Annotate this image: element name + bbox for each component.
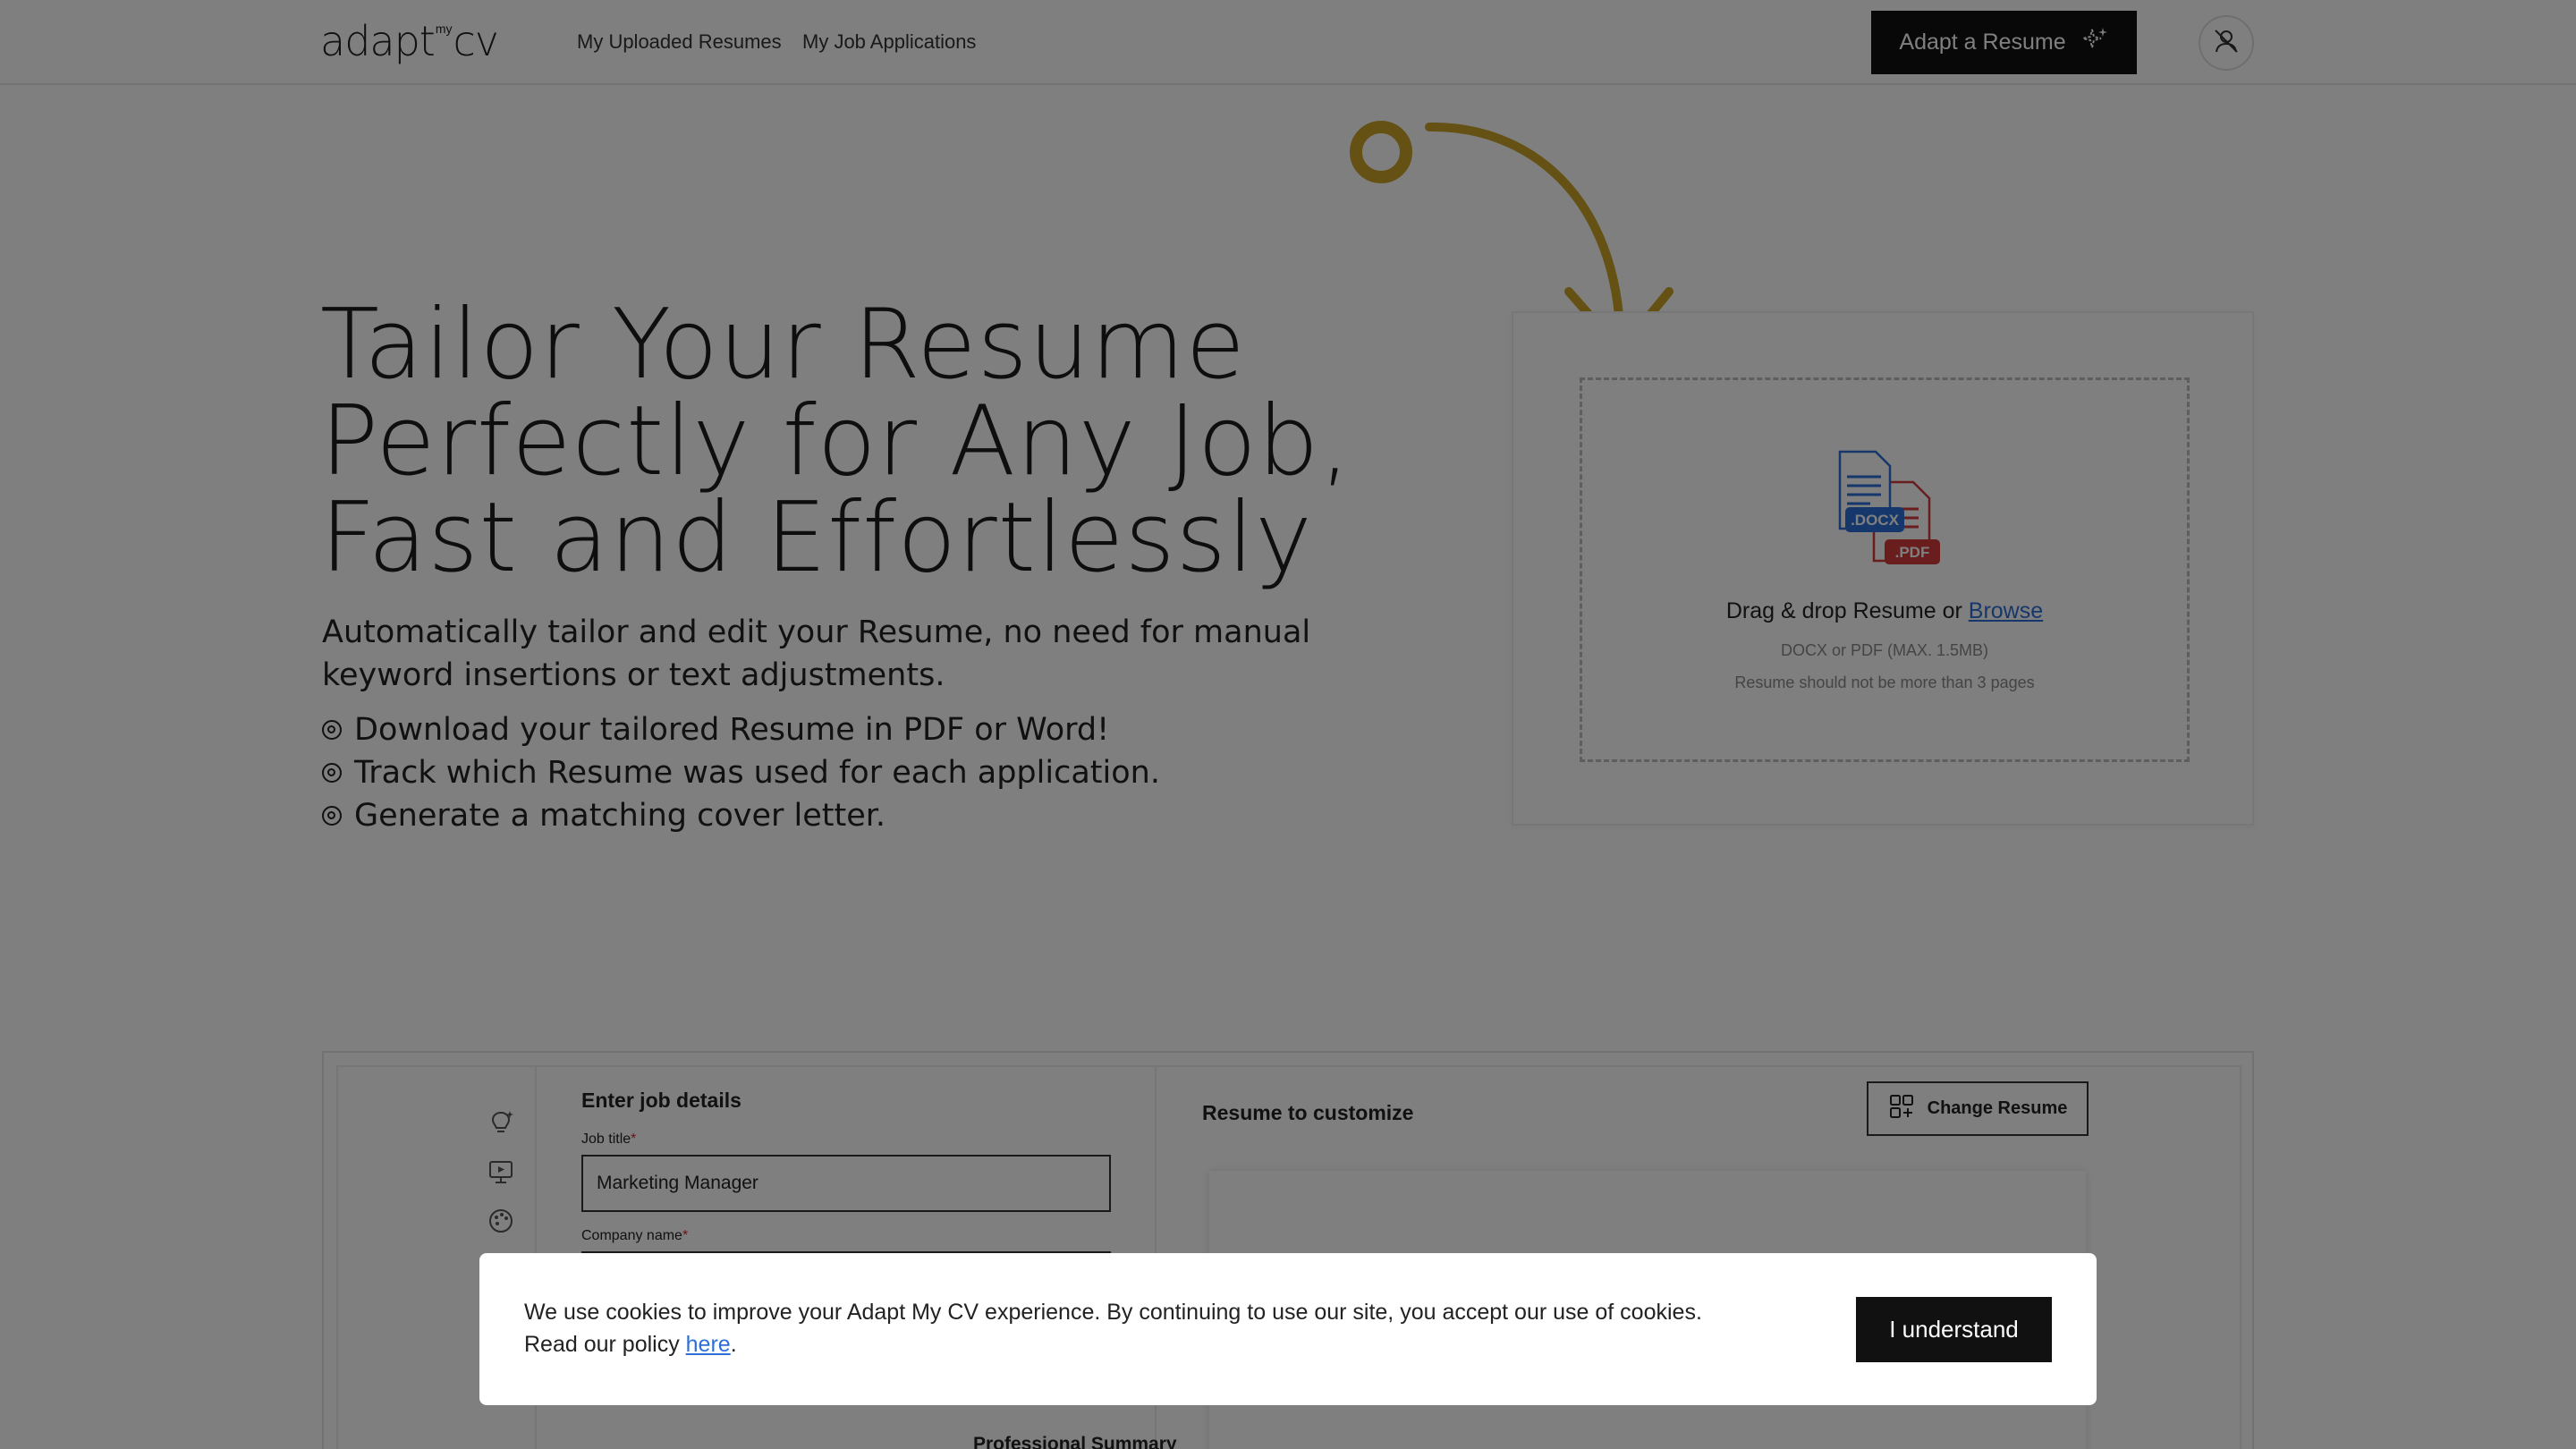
cookie-message-line-1: We use cookies to improve your Adapt My … [524,1300,1702,1325]
modal-backdrop [0,0,2576,1449]
cookie-policy-link[interactable]: here [686,1332,731,1357]
cookie-accept-button[interactable]: I understand [1856,1297,2052,1362]
cookie-consent-banner: We use cookies to improve your Adapt My … [479,1253,2097,1405]
cookie-message: We use cookies to improve your Adapt My … [524,1296,1812,1360]
cookie-message-line-2: Read our policy [524,1332,686,1357]
cookie-message-period: . [730,1332,737,1357]
